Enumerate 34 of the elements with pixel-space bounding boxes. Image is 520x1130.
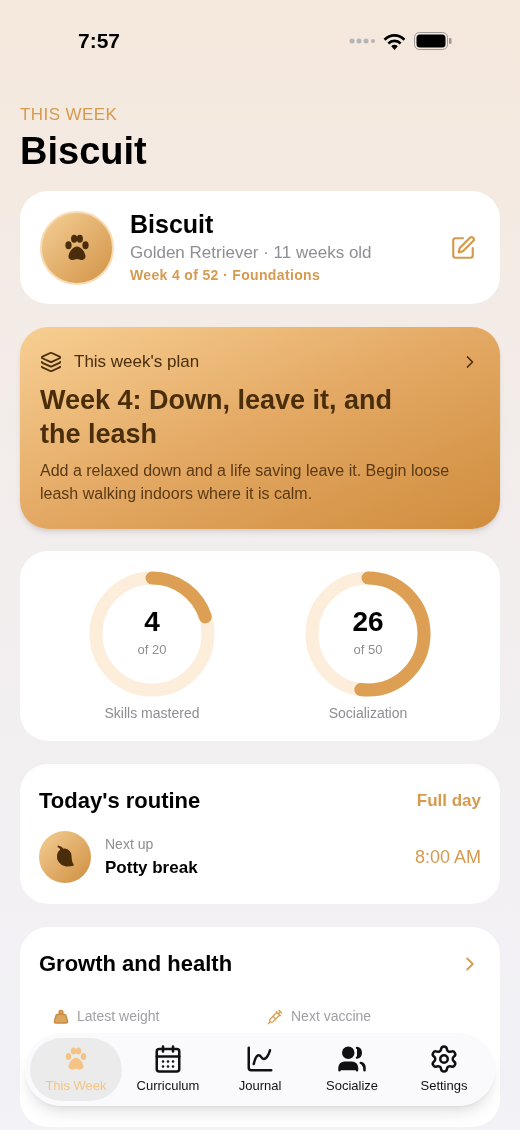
signal-icon bbox=[349, 38, 375, 44]
pet-name: Biscuit bbox=[130, 208, 215, 240]
wifi-icon bbox=[383, 32, 406, 50]
tab-item[interactable]: Settings bbox=[398, 1038, 490, 1101]
settings-icon bbox=[429, 1043, 459, 1074]
page-title: Biscuit bbox=[20, 128, 148, 174]
tab-item[interactable]: Socialize bbox=[306, 1038, 398, 1101]
growth-title: Growth and health bbox=[39, 950, 233, 978]
syringe-icon bbox=[267, 1008, 283, 1025]
plan-card[interactable]: This week's plan Week 4: Down, leave it, and the leash Add a relaxed down and a life saving leave it. Begin loose leash walking indoors where it is calm. bbox=[20, 327, 500, 529]
section-eyebrow: THIS WEEK bbox=[20, 104, 119, 126]
plan-description: Add a relaxed down and a life saving leave it. Begin loose leash walking indoors where it is calm. bbox=[40, 460, 451, 504]
next-label: Next up bbox=[105, 834, 155, 854]
battery-icon bbox=[414, 32, 452, 50]
routine-time: 8:00 AM bbox=[414, 845, 481, 869]
layers-icon bbox=[40, 350, 62, 373]
calendar-icon bbox=[153, 1043, 183, 1074]
weight-icon bbox=[53, 1008, 69, 1025]
stat-value: 4 bbox=[144, 607, 160, 636]
stat-value: 26 bbox=[352, 607, 384, 636]
tab-item[interactable]: Curriculum bbox=[122, 1038, 214, 1101]
pet-details: Golden Retriever · 11 weeks old bbox=[130, 241, 373, 264]
tab-item[interactable]: Journal bbox=[214, 1038, 306, 1101]
plan-label: This week's plan bbox=[74, 351, 201, 373]
routine-title: Today's routine bbox=[39, 787, 201, 815]
stat-label: Skills mastered bbox=[104, 703, 200, 723]
plan-title: Week 4: Down, leave it, and the leash bbox=[40, 383, 394, 451]
stat-label: Socialization bbox=[328, 703, 408, 723]
metric-label: Next vaccine bbox=[291, 1007, 372, 1026]
metric-label: Latest weight bbox=[77, 1007, 160, 1026]
stat-total: of 20 bbox=[137, 640, 167, 659]
stat-total: of 50 bbox=[353, 640, 383, 659]
status-time: 7:57 bbox=[78, 28, 121, 55]
next-item: Potty break bbox=[105, 856, 199, 879]
